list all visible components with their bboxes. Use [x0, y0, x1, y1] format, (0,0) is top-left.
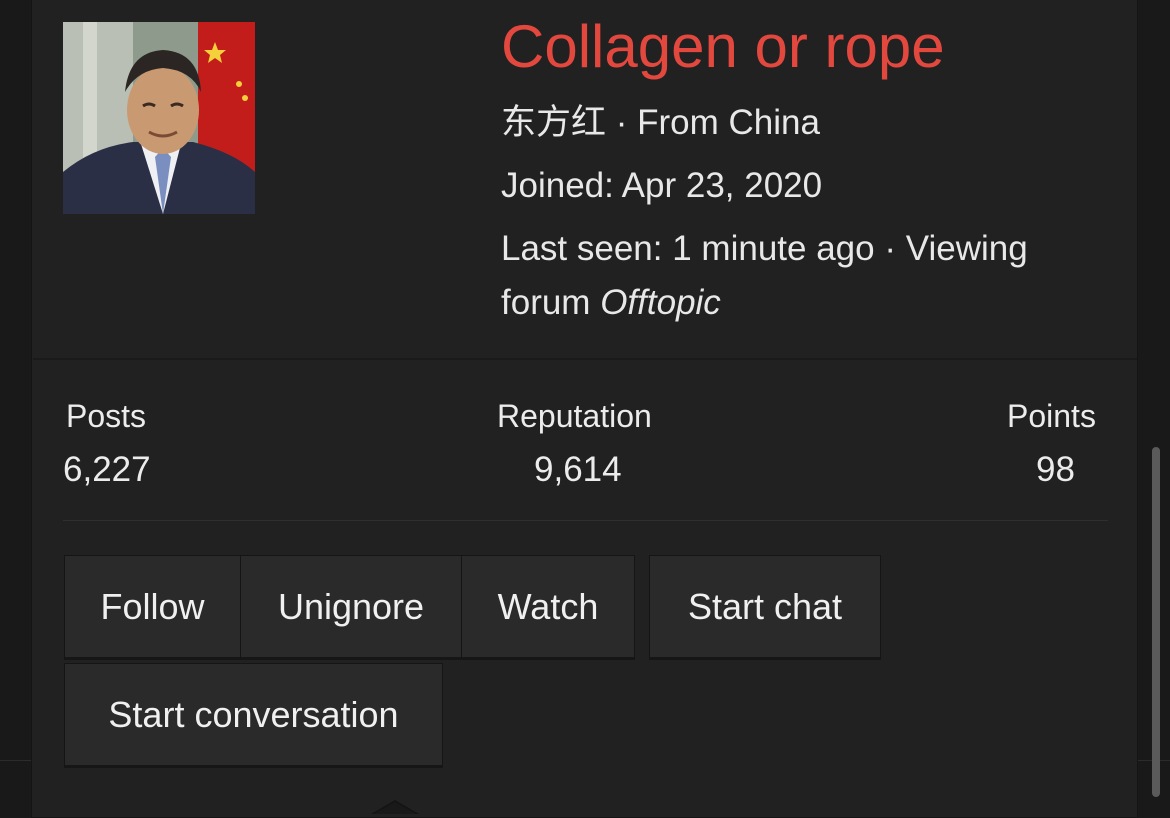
joined-label: Joined:	[501, 166, 614, 205]
points-label: Points	[1007, 398, 1096, 434]
last-seen-line: Last seen: 1 minute ago · Viewing forum …	[501, 222, 1101, 330]
start-conversation-button[interactable]: Start conversation	[64, 663, 443, 768]
joined-date: Apr 23, 2020	[621, 166, 823, 205]
watch-button[interactable]: Watch	[461, 555, 635, 660]
user-title-line: 东方红 · From China	[501, 96, 820, 150]
avatar-image	[63, 22, 255, 214]
activity-forum-link[interactable]: Offtopic	[600, 283, 721, 322]
stats-divider	[63, 520, 1108, 521]
posts-value[interactable]: 6,227	[63, 451, 151, 489]
reputation-value[interactable]: 9,614	[534, 451, 622, 489]
joined-line: Joined: Apr 23, 2020	[501, 159, 822, 213]
unignore-button[interactable]: Unignore	[240, 555, 462, 660]
user-title: 东方红	[501, 103, 607, 142]
follow-button[interactable]: Follow	[64, 555, 241, 660]
scrollbar-thumb[interactable]	[1152, 447, 1160, 797]
reputation-label: Reputation	[497, 398, 652, 434]
section-divider	[33, 358, 1137, 360]
separator-dot: ·	[884, 229, 896, 268]
user-location: From China	[637, 103, 820, 142]
points-value[interactable]: 98	[1036, 451, 1075, 489]
tooltip-caret-inner	[374, 802, 416, 814]
avatar[interactable]	[63, 22, 255, 214]
last-seen-time: 1 minute ago	[672, 229, 875, 268]
separator-dot: ·	[615, 103, 628, 142]
last-seen-label: Last seen:	[501, 229, 663, 268]
posts-label: Posts	[66, 398, 147, 434]
username-link[interactable]: Collagen or rope	[501, 12, 945, 82]
start-chat-button[interactable]: Start chat	[649, 555, 881, 660]
